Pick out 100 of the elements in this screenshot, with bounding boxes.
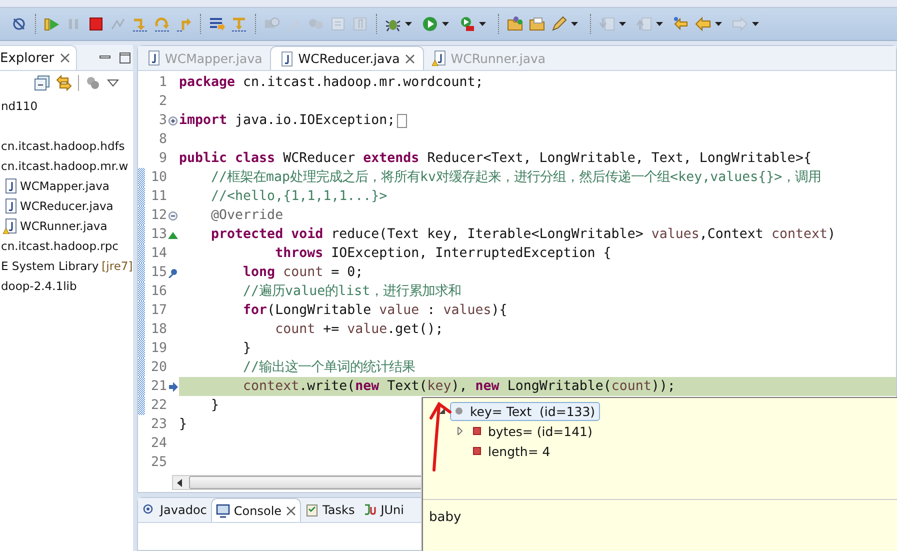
folded-code-box[interactable] <box>397 114 408 128</box>
code-line: //<hello,{1,1,1,1...}> <box>210 188 388 206</box>
variable-tree-item[interactable]: bytes= (id=141) <box>468 422 598 440</box>
field-square-icon <box>473 447 481 455</box>
tree-item-decoration: [jre7] <box>102 259 133 273</box>
line-number: 17 <box>150 302 167 320</box>
code-line: count += value.get(); <box>274 321 444 339</box>
panel-tab[interactable]: JUni <box>358 498 408 522</box>
line-number: 15 <box>150 264 167 282</box>
line-number: 9 <box>158 150 167 168</box>
maximize-icon[interactable] <box>119 52 132 64</box>
tree-item[interactable]: WCRunner.java <box>20 219 108 233</box>
ju-logo-icon <box>362 503 377 517</box>
panel-tab[interactable]: Tasks <box>300 498 359 522</box>
close-icon[interactable] <box>286 506 296 516</box>
editor-tab[interactable]: WCReducer.java <box>270 46 424 70</box>
code-line: //遍历value的list，进行累加求和 <box>242 282 462 301</box>
code-line: @Override <box>210 207 284 225</box>
step-over-icon[interactable] <box>154 16 170 32</box>
code-line: } <box>179 416 188 434</box>
tree-item[interactable]: doop-2.4.1lib <box>1 279 77 293</box>
collapse-icon[interactable] <box>168 210 178 220</box>
line-number: 22 <box>150 397 167 415</box>
collapse-all-icon[interactable] <box>34 75 50 91</box>
tab-label: Explorer <box>0 50 54 66</box>
lines-arrow-icon[interactable] <box>209 16 225 32</box>
line-number: 8 <box>158 131 167 149</box>
code-line: } <box>210 397 220 415</box>
spheres-icon[interactable] <box>85 75 101 91</box>
code-line: protected void reduce(Text key, Iterable<LongWritable> values,Context context) <box>210 226 836 244</box>
code-line: public class WCReducer extends Reducer<Text, LongWritable, Text, LongWritable>{ <box>179 150 812 168</box>
view-tab[interactable]: Explorer <box>0 45 78 70</box>
tree-item[interactable]: WCMapper.java <box>20 179 110 193</box>
close-icon[interactable] <box>404 54 415 64</box>
caret-icon[interactable] <box>715 22 722 26</box>
link-arrows-icon[interactable] <box>56 75 72 91</box>
tree-item[interactable]: cn.itcast.hadoop.rpc <box>1 239 119 253</box>
variable-tree-item[interactable]: length= 4 <box>468 442 556 460</box>
line-number: 20 <box>150 359 167 377</box>
line-number: 16 <box>150 283 167 301</box>
object-dot-icon <box>455 407 463 415</box>
caret-icon[interactable] <box>479 22 486 26</box>
play-icon[interactable] <box>422 16 438 32</box>
line-number: 24 <box>150 435 167 453</box>
line-number: 1 <box>158 74 167 92</box>
line-number: 19 <box>150 340 167 358</box>
stop-icon[interactable] <box>88 16 104 32</box>
tree-item[interactable]: cn.itcast.hadoop.hdfs <box>1 139 125 153</box>
caret-icon[interactable] <box>571 22 578 26</box>
pointer-arrow-icon[interactable] <box>168 382 178 392</box>
play-toolbox-icon[interactable] <box>459 16 475 32</box>
collapsed-triangle-icon[interactable] <box>456 427 464 435</box>
scroll-left-icon[interactable] <box>177 478 183 486</box>
step-into-icon[interactable] <box>132 16 148 32</box>
code-line: //输出这一个单词的统计结果 <box>242 358 416 377</box>
line-number: 18 <box>150 321 167 339</box>
pencil-icon[interactable] <box>551 16 567 32</box>
line-number: 3 <box>158 112 167 130</box>
pin-icon[interactable] <box>168 268 178 278</box>
close-icon[interactable] <box>60 53 70 63</box>
line-number: 13 <box>150 226 167 244</box>
view-menu-icon[interactable] <box>107 79 119 87</box>
star-arrow-icon[interactable] <box>673 16 689 32</box>
triangle-icon[interactable] <box>168 230 178 240</box>
line-number: 11 <box>150 188 167 206</box>
code-line: context.write(new Text(key), new LongWritable(count)); <box>242 378 676 396</box>
folder-icon[interactable] <box>529 16 545 32</box>
code-line: import java.io.IOException; <box>179 112 396 130</box>
caret-icon[interactable] <box>442 22 449 26</box>
variable-tree-item[interactable]: key= Text (id=133) <box>450 402 600 420</box>
panel-tab[interactable]: Javadoc <box>138 498 211 522</box>
expand-icon[interactable] <box>168 116 178 126</box>
field-square-icon <box>473 427 481 435</box>
code-line: } <box>242 340 252 358</box>
tree-item[interactable]: cn.itcast.hadoop.mr.w <box>1 159 128 173</box>
code-line: throws IOException, InterruptedException { <box>274 245 612 263</box>
code-line: for(LongWritable value : values){ <box>242 302 508 320</box>
panel-tab[interactable]: Console <box>210 498 301 522</box>
line-number: 14 <box>150 245 167 263</box>
line-number: 21 <box>150 378 167 396</box>
tree-item[interactable]: nd110 <box>1 99 38 113</box>
step-filter-icon[interactable] <box>231 16 247 32</box>
clipboard-icon <box>304 503 319 517</box>
monitor-icon <box>216 504 230 518</box>
tree-item[interactable]: E System Library <box>1 259 99 273</box>
expanded-triangle-icon[interactable] <box>438 407 446 415</box>
code-line: //框架在map处理完成之后，将所有kv对缓存起来，进行分组，然后传递一个组<key,values{}>，调用 <box>210 168 822 187</box>
caret-icon[interactable] <box>405 22 412 26</box>
hand-drawn-arrow-drawing <box>428 400 454 472</box>
code-line: package cn.itcast.hadoop.mr.wordcount; <box>179 74 484 92</box>
value-detail-text: baby <box>428 509 462 527</box>
line-number: 2 <box>158 93 167 111</box>
code-line: long count = 0; <box>242 264 364 282</box>
line-number: 23 <box>150 416 167 434</box>
line-number: 10 <box>150 169 167 187</box>
line-number: 25 <box>150 454 167 472</box>
resume-icon[interactable] <box>44 16 60 32</box>
tree-item[interactable]: WCReducer.java <box>20 199 114 213</box>
crossed-circle-icon[interactable] <box>11 16 27 32</box>
folder-icon[interactable] <box>507 16 523 32</box>
